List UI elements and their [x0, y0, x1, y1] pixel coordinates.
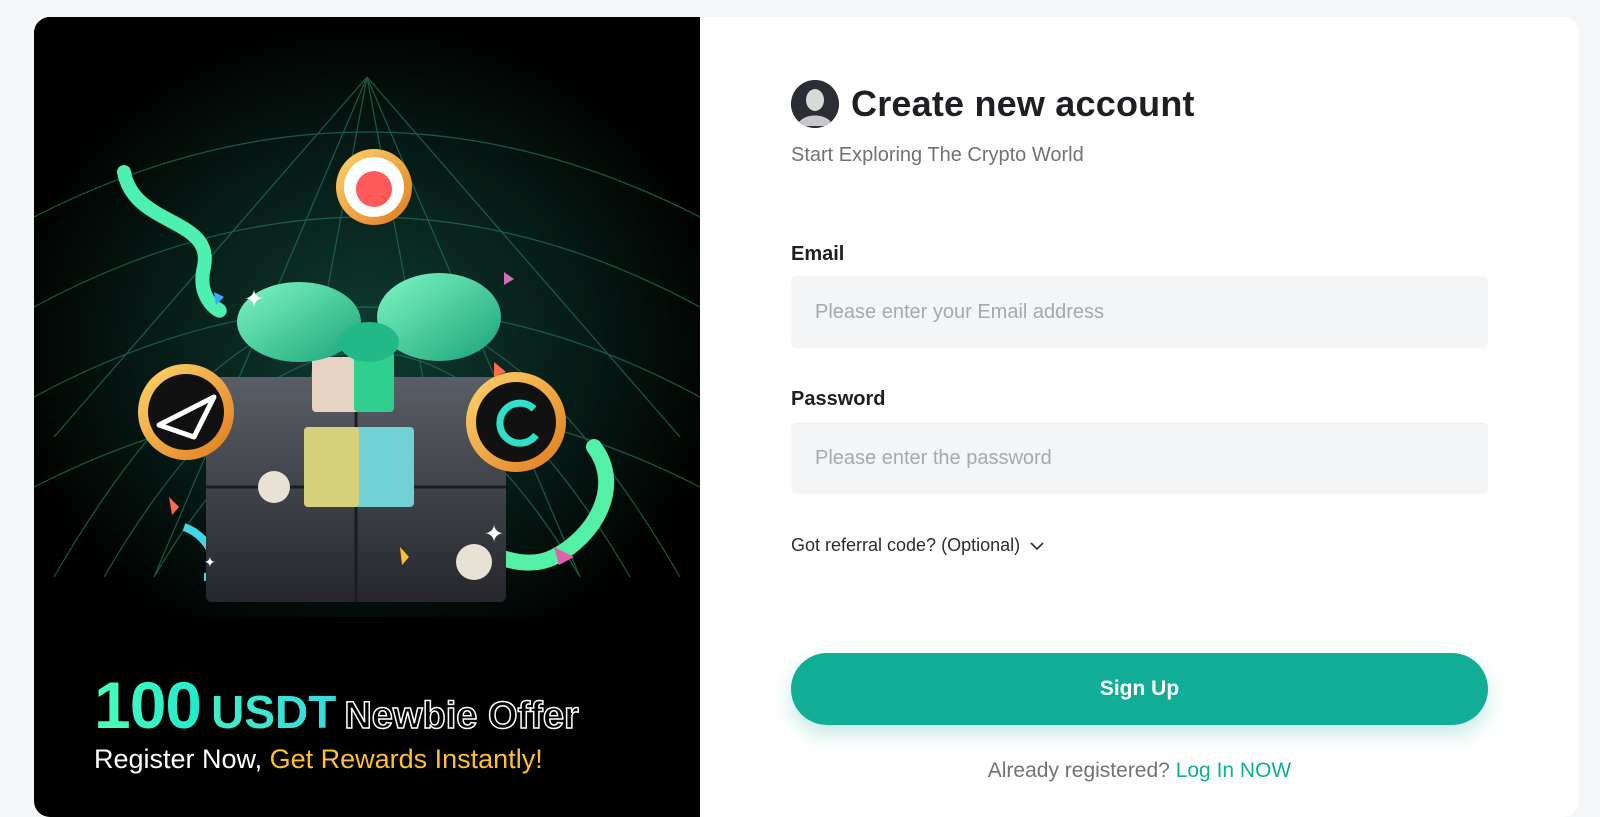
chevron-down-icon [1030, 535, 1044, 556]
already-registered-text: Already registered? [987, 759, 1170, 782]
user-avatar-icon [791, 80, 839, 128]
offer-sub-prefix: Register Now, [94, 744, 270, 774]
referral-label: Got referral code? (Optional) [791, 535, 1021, 555]
password-label: Password [791, 388, 886, 410]
svg-text:✦: ✦ [204, 555, 216, 571]
signup-form: Create new account Start Exploring The C… [791, 17, 1491, 817]
email-label: Email [791, 243, 845, 265]
page-subtitle: Start Exploring The Crypto World [791, 144, 1084, 166]
offer-sub-highlight: Get Rewards Instantly! [269, 744, 543, 774]
offer-tagline: Newbie Offer [344, 694, 580, 738]
login-prompt: Already registered? Log In NOW [791, 759, 1488, 783]
svg-text:✦: ✦ [484, 520, 504, 548]
referral-code-toggle[interactable]: Got referral code? (Optional) [791, 535, 1044, 556]
promo-illustration: ✦ ✦ ✦ [34, 17, 700, 617]
page-title: Create new account [851, 83, 1195, 124]
offer-amount: 100 [94, 668, 202, 742]
password-field[interactable] [791, 422, 1488, 494]
form-header: Create new account [791, 80, 1195, 128]
offer-headline: 100 USDT Newbie Offer [94, 667, 580, 743]
signup-card: ✦ ✦ ✦ 100 USDT Newbie Offer Register Now… [34, 17, 1579, 817]
sign-up-button[interactable]: Sign Up [791, 653, 1488, 725]
login-link[interactable]: Log In NOW [1176, 759, 1292, 782]
offer-subline: Register Now, Get Rewards Instantly! [94, 744, 543, 775]
promo-panel: ✦ ✦ ✦ 100 USDT Newbie Offer Register Now… [34, 17, 700, 817]
email-field[interactable] [791, 276, 1488, 348]
svg-text:✦: ✦ [244, 285, 264, 313]
offer-unit: USDT [211, 686, 337, 738]
